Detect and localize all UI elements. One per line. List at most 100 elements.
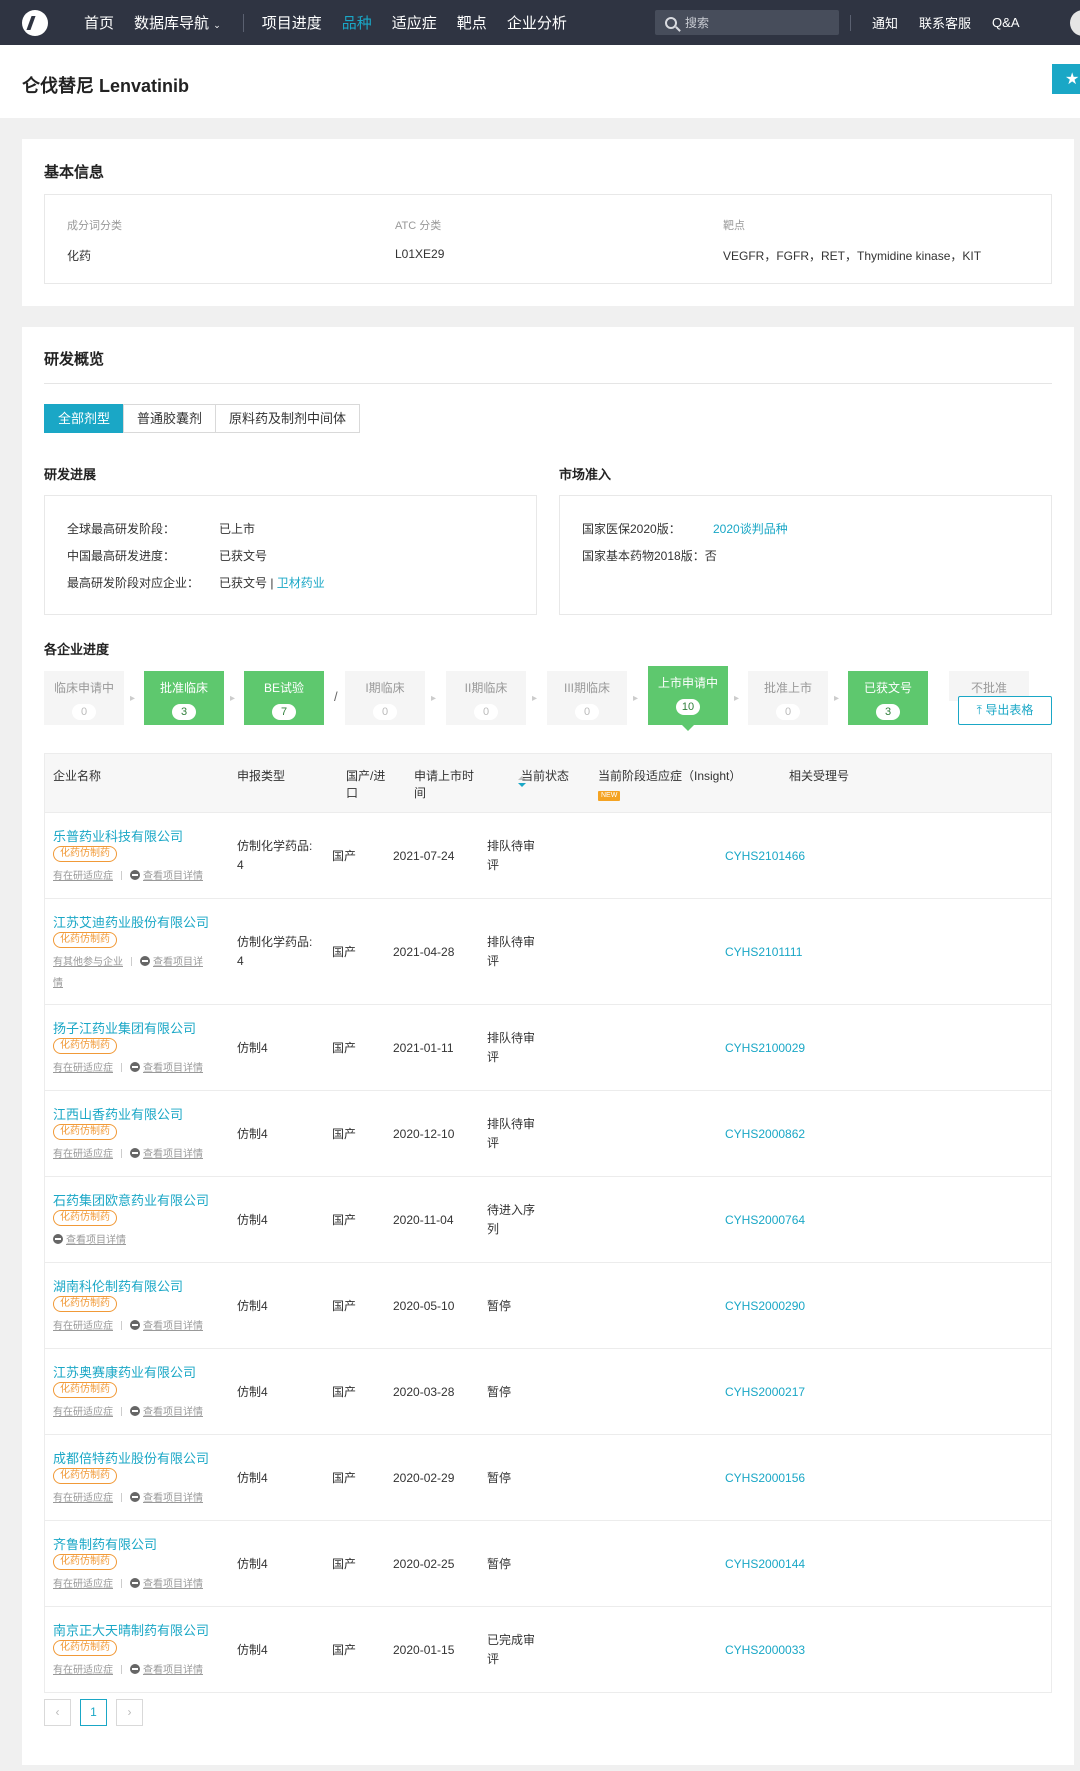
minus-circle-icon	[130, 1664, 140, 1674]
company-link[interactable]: 乐普药业科技有限公司	[53, 826, 183, 845]
minus-circle-icon	[130, 1406, 140, 1416]
acceptance-number-link[interactable]: CYHS2000033	[725, 1641, 805, 1660]
minus-circle-icon	[130, 1492, 140, 1502]
view-details-link[interactable]: 查看项目详情	[130, 1664, 203, 1676]
th-status: 当前状态	[521, 769, 570, 783]
logo-icon[interactable]	[22, 9, 48, 36]
th-date[interactable]: 申请上市时间	[414, 768, 480, 802]
tab-api[interactable]: 原料药及制剂中间体	[215, 404, 361, 433]
stage-label: 不批准	[970, 681, 1007, 695]
row-link-1[interactable]: 有在研适应症	[53, 1063, 113, 1074]
view-details-link[interactable]: 查看项目详	[140, 956, 203, 968]
row-actions: 有在研适应症 查看项目详情	[53, 1145, 203, 1160]
view-details-link[interactable]: 查看项目详情	[130, 870, 203, 882]
nav-item-database[interactable]: 数据库导航 ⌄	[134, 12, 221, 33]
nav-item-home[interactable]: 首页	[84, 12, 114, 33]
acceptance-number-link[interactable]: CYHS2101111	[725, 943, 802, 962]
nav-item-projects[interactable]: 项目进度	[262, 12, 322, 33]
nav-item-varieties[interactable]: 品种	[342, 12, 372, 33]
stage-label: III期临床	[563, 681, 610, 695]
acceptance-number-link[interactable]: CYHS2000144	[725, 1555, 805, 1574]
view-details-link[interactable]: 查看项目详情	[130, 1492, 203, 1504]
company-link[interactable]: 成都倍特药业股份有限公司	[53, 1448, 209, 1467]
arrow-icon: ▸	[532, 693, 538, 704]
company-link[interactable]: 石药集团欧意药业有限公司	[53, 1190, 209, 1209]
company-link[interactable]: 江西山香药业有限公司	[53, 1104, 183, 1123]
minus-circle-icon	[140, 956, 150, 966]
stage-clinical-approved[interactable]: 批准临床 3	[144, 671, 224, 725]
acceptance-number-link[interactable]: CYHS2000156	[725, 1469, 805, 1488]
stage-count: 7	[272, 704, 296, 720]
contact-support-link[interactable]: 联系客服	[919, 13, 971, 32]
view-details-link[interactable]: 查看项目详情	[130, 1148, 203, 1160]
view-details-link[interactable]: 查看项目详情	[53, 1234, 126, 1246]
export-table-button[interactable]: ⤒ 导出表格	[958, 696, 1052, 725]
prev-page-button[interactable]: ‹	[44, 1699, 71, 1726]
tab-capsule[interactable]: 普通胶囊剂	[123, 404, 217, 433]
tab-all-forms[interactable]: 全部剂型	[44, 404, 125, 433]
acceptance-number-link[interactable]: CYHS2000764	[725, 1211, 805, 1230]
negotiation-link[interactable]: 2020谈判品种	[713, 522, 788, 536]
notifications-link[interactable]: 通知	[872, 13, 898, 32]
view-details-link[interactable]: 查看项目详情	[130, 1320, 203, 1332]
stage-phase1[interactable]: I期临床 0	[345, 671, 425, 725]
company-link[interactable]: 南京正大天晴制药有限公司	[53, 1620, 209, 1639]
favorite-star-icon[interactable]: ★	[1052, 64, 1080, 94]
row-link-1[interactable]: 有在研适应症	[53, 1579, 113, 1590]
view-details-link[interactable]: 查看项目详情	[130, 1062, 203, 1074]
cell-origin: 国产	[332, 849, 357, 863]
qa-link[interactable]: Q&A	[992, 15, 1019, 30]
row-link-1[interactable]: 有其他参与企业	[53, 957, 123, 968]
stage-label: I期临床	[365, 681, 405, 695]
minus-circle-icon	[130, 1148, 140, 1158]
page-button-1[interactable]: 1	[80, 1699, 107, 1726]
cell-date: 2020-03-28	[393, 1385, 455, 1399]
market-access-box: 国家医保2020版： 2020谈判品种 国家基本药物2018版：否	[559, 495, 1052, 615]
row-link-cont[interactable]: 情	[53, 974, 63, 989]
field-label: 成分词分类	[67, 220, 122, 232]
stage-count: 3	[876, 704, 900, 720]
drug-type-tag: 化药仿制药	[53, 1468, 117, 1484]
row-link-1[interactable]: 有在研适应症	[53, 1407, 113, 1418]
nav-item-indications[interactable]: 适应症	[392, 12, 437, 33]
view-details-link[interactable]: 查看项目详情	[130, 1406, 203, 1418]
row-link-1[interactable]: 有在研适应症	[53, 1665, 113, 1676]
row-label: 全球最高研发阶段：	[67, 522, 176, 536]
stage-market-approved[interactable]: 批准上市 0	[748, 671, 828, 725]
company-link[interactable]: 卫材药业	[277, 576, 325, 590]
stage-clinical-application[interactable]: 临床申请中 0	[44, 671, 124, 725]
next-page-button[interactable]: ›	[116, 1699, 143, 1726]
stage-market-application[interactable]: 上市申请中 10	[648, 666, 728, 731]
row-link-1[interactable]: 有在研适应症	[53, 1493, 113, 1504]
company-link[interactable]: 扬子江药业集团有限公司	[53, 1018, 196, 1037]
field-targets: 靶点 VEGFR，FGFR，RET，Thymidine kinase，KIT	[723, 217, 981, 264]
search-input[interactable]: 搜索	[655, 10, 839, 35]
view-details-link[interactable]: 查看项目详情	[130, 1578, 203, 1590]
row-link-1[interactable]: 有在研适应症	[53, 1321, 113, 1332]
stage-phase3[interactable]: III期临床 0	[547, 671, 627, 725]
company-link[interactable]: 江苏艾迪药业股份有限公司	[53, 912, 209, 931]
acceptance-number-link[interactable]: CYHS2000862	[725, 1125, 805, 1144]
cell-type: 仿制4	[237, 1385, 268, 1399]
row-actions: 有在研适应症 查看项目详情	[53, 1059, 203, 1074]
row-link-1[interactable]: 有在研适应症	[53, 1149, 113, 1160]
th-origin: 国产/进口	[346, 769, 386, 800]
stage-approval-number[interactable]: 已获文号 3	[848, 671, 928, 725]
acceptance-number-link[interactable]: CYHS2000217	[725, 1383, 805, 1402]
company-link[interactable]: 湖南科伦制药有限公司	[53, 1276, 183, 1295]
company-link[interactable]: 江苏奥赛康药业有限公司	[53, 1362, 196, 1381]
stage-phase2[interactable]: II期临床 0	[446, 671, 526, 725]
stage-label: 上市申请中	[657, 676, 718, 690]
field-value: VEGFR，FGFR，RET，Thymidine kinase，KIT	[723, 249, 982, 263]
cell-type: 仿制4	[237, 1299, 268, 1313]
nav-item-targets[interactable]: 靶点	[457, 12, 487, 33]
acceptance-number-link[interactable]: CYHS2100029	[725, 1039, 805, 1058]
nav-item-companies[interactable]: 企业分析	[507, 12, 567, 33]
search-placeholder: 搜索	[685, 16, 710, 30]
chevron-down-icon: ⌄	[213, 20, 221, 30]
acceptance-number-link[interactable]: CYHS2101466	[725, 847, 805, 866]
acceptance-number-link[interactable]: CYHS2000290	[725, 1297, 805, 1316]
company-link[interactable]: 齐鲁制药有限公司	[53, 1534, 157, 1553]
stage-be-trial[interactable]: BE试验 7	[244, 671, 324, 725]
row-link-1[interactable]: 有在研适应症	[53, 871, 113, 882]
